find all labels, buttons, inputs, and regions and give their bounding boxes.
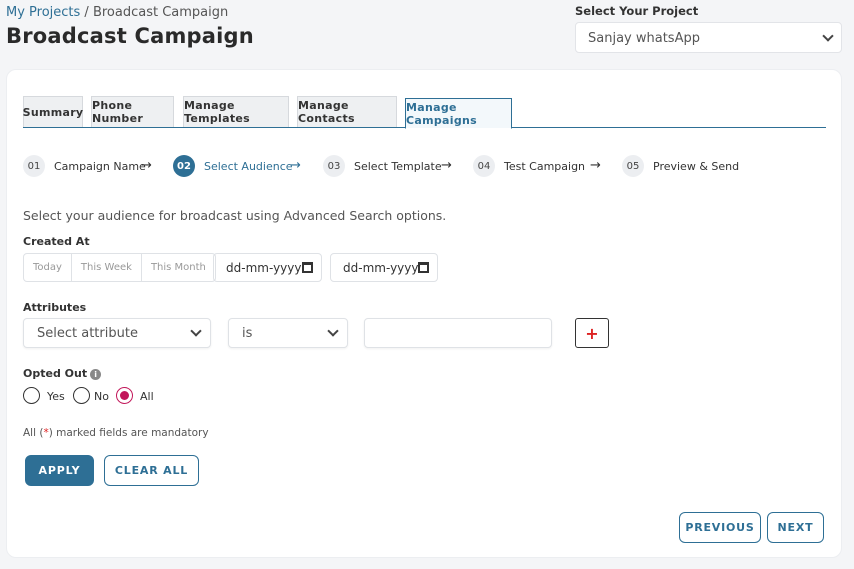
step-number-05: 05	[622, 155, 644, 177]
project-select-label: Select Your Project	[575, 4, 699, 18]
radio-opted-out-all[interactable]	[116, 387, 133, 404]
info-icon[interactable]: i	[90, 369, 102, 380]
intro-text: Select your audience for broadcast using…	[23, 208, 447, 223]
step-label-select-template: Select Template	[354, 160, 442, 173]
radio-label-yes[interactable]: Yes	[47, 390, 65, 403]
project-select-value: Sanjay whatsApp	[588, 31, 700, 46]
opted-out-label: Opted Out i	[23, 367, 102, 380]
tab-phone-number[interactable]: Phone Number	[91, 96, 174, 127]
date-to-input[interactable]: dd-mm-yyyy	[330, 253, 438, 282]
tab-bar: Summary Phone Number Manage Templates Ma…	[23, 96, 826, 129]
arrow-right-icon: →	[590, 158, 601, 173]
step-number-03: 03	[323, 155, 345, 177]
date-from-input[interactable]: dd-mm-yyyy	[213, 253, 322, 282]
previous-button[interactable]: PREVIOUS	[679, 512, 761, 543]
operator-select[interactable]: is	[228, 318, 348, 348]
next-button[interactable]: NEXT	[767, 512, 824, 543]
breadcrumb-link-my-projects[interactable]: My Projects	[6, 5, 80, 20]
mandatory-note: All (*) marked fields are mandatory	[23, 427, 209, 439]
preset-this-month[interactable]: This Month	[142, 254, 215, 281]
step-label-campaign-name: Campaign Name	[54, 160, 146, 173]
tab-manage-campaigns[interactable]: Manage Campaigns	[405, 98, 512, 129]
attribute-select-value: Select attribute	[37, 326, 138, 341]
step-label-select-audience: Select Audience	[204, 160, 293, 173]
date-from-placeholder: dd-mm-yyyy	[226, 261, 302, 275]
breadcrumb-current: Broadcast Campaign	[92, 5, 229, 20]
chevron-down-icon	[190, 325, 202, 337]
attributes-label: Attributes	[23, 301, 87, 314]
step-label-preview-send: Preview & Send	[653, 160, 740, 173]
operator-select-value: is	[242, 326, 253, 341]
tab-manage-contacts[interactable]: Manage Contacts	[297, 96, 397, 127]
add-attribute-button[interactable]: +	[575, 318, 609, 348]
breadcrumb-separator: /	[80, 5, 93, 20]
radio-label-no[interactable]: No	[94, 390, 109, 403]
calendar-icon[interactable]	[418, 262, 429, 273]
page-title: Broadcast Campaign	[6, 24, 254, 48]
clear-all-button[interactable]: CLEAR ALL	[104, 455, 199, 486]
attribute-value-input[interactable]	[364, 318, 552, 348]
mandatory-note-suffix: ) marked fields are mandatory	[48, 427, 209, 439]
radio-label-all[interactable]: All	[140, 390, 154, 403]
opted-out-label-text: Opted Out	[23, 367, 88, 380]
step-number-02: 02	[173, 155, 195, 177]
chevron-down-icon	[822, 30, 834, 42]
arrow-right-icon: →	[441, 158, 452, 173]
breadcrumb: My Projects / Broadcast Campaign	[6, 5, 228, 20]
tab-manage-templates[interactable]: Manage Templates	[183, 96, 289, 127]
apply-button[interactable]: APPLY	[25, 455, 94, 486]
campaign-card: Summary Phone Number Manage Templates Ma…	[6, 69, 842, 558]
date-to-placeholder: dd-mm-yyyy	[343, 261, 419, 275]
step-number-04: 04	[473, 155, 495, 177]
created-at-label: Created At	[23, 235, 90, 248]
step-number-01: 01	[23, 155, 45, 177]
radio-opted-out-yes[interactable]	[23, 387, 40, 404]
arrow-right-icon: →	[141, 158, 152, 173]
attribute-select[interactable]: Select attribute	[23, 318, 211, 348]
step-label-test-campaign: Test Campaign	[504, 160, 586, 173]
mandatory-note-prefix: All (	[23, 427, 44, 439]
tab-summary[interactable]: Summary	[23, 96, 83, 127]
plus-icon: +	[585, 323, 599, 343]
preset-today[interactable]: Today	[24, 254, 72, 281]
radio-opted-out-no[interactable]	[73, 387, 90, 404]
chevron-down-icon	[327, 325, 339, 337]
created-at-presets: Today This Week This Month	[23, 253, 216, 282]
calendar-icon[interactable]	[302, 262, 313, 273]
preset-this-week[interactable]: This Week	[72, 254, 142, 281]
project-select[interactable]: Sanjay whatsApp	[575, 22, 842, 53]
arrow-right-icon: →	[290, 158, 301, 173]
